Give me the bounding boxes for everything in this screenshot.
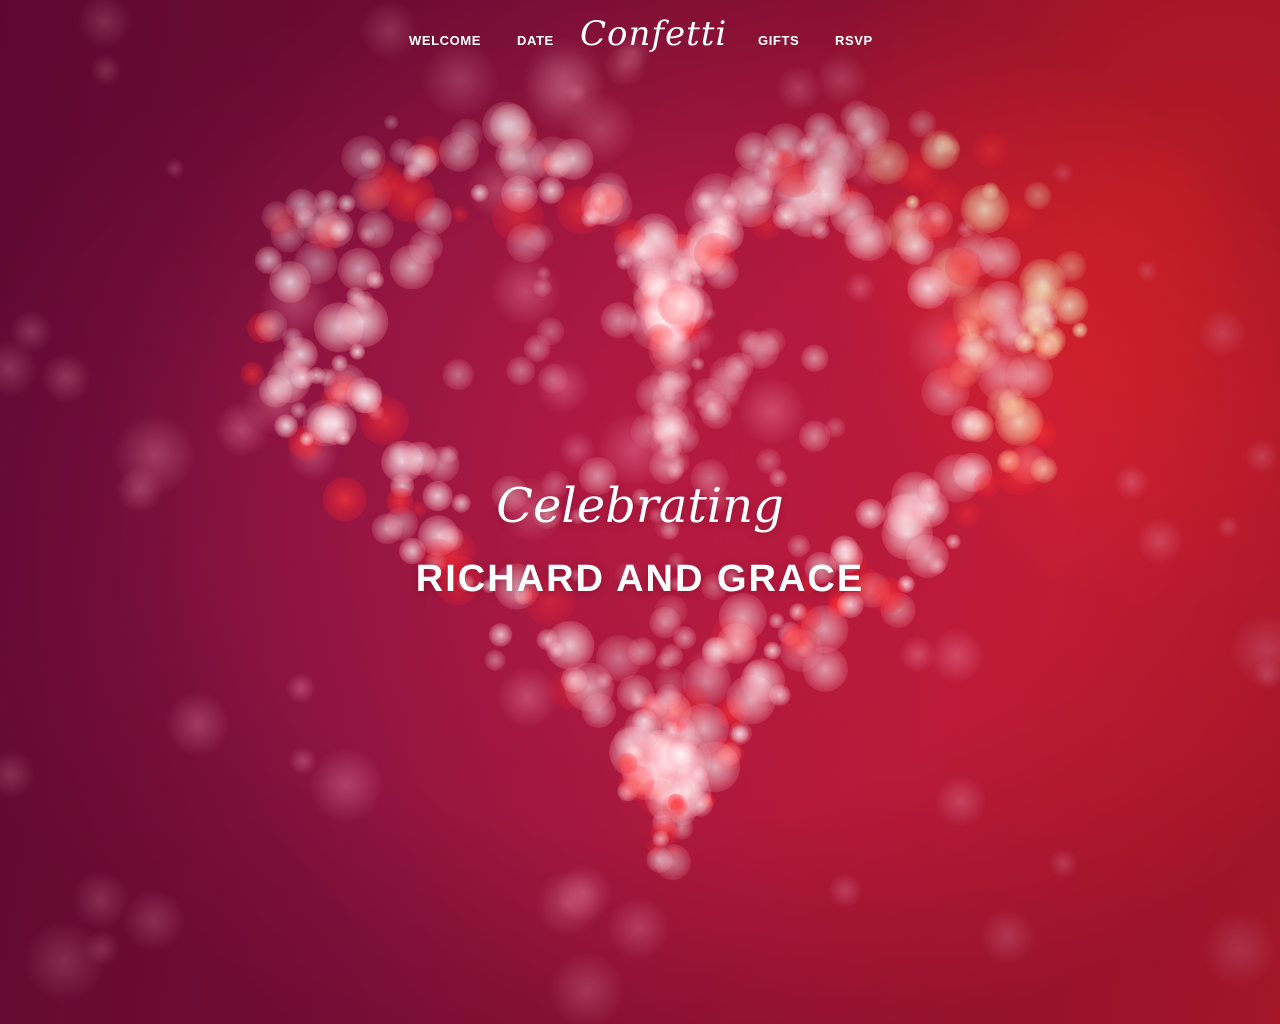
nav-link-date[interactable]: DATE: [517, 33, 554, 48]
nav-link-welcome[interactable]: WELCOME: [409, 33, 481, 48]
hero-couple-names: RICHARD AND GRACE: [415, 558, 865, 600]
hero-script-heading: Celebrating: [496, 478, 784, 534]
top-navigation: WELCOME DATE Confetti GIFTS RSVP: [0, 0, 1280, 80]
brand-logo[interactable]: Confetti: [580, 14, 726, 54]
nav-link-rsvp[interactable]: RSVP: [835, 33, 873, 48]
nav-link-gifts[interactable]: GIFTS: [758, 33, 799, 48]
